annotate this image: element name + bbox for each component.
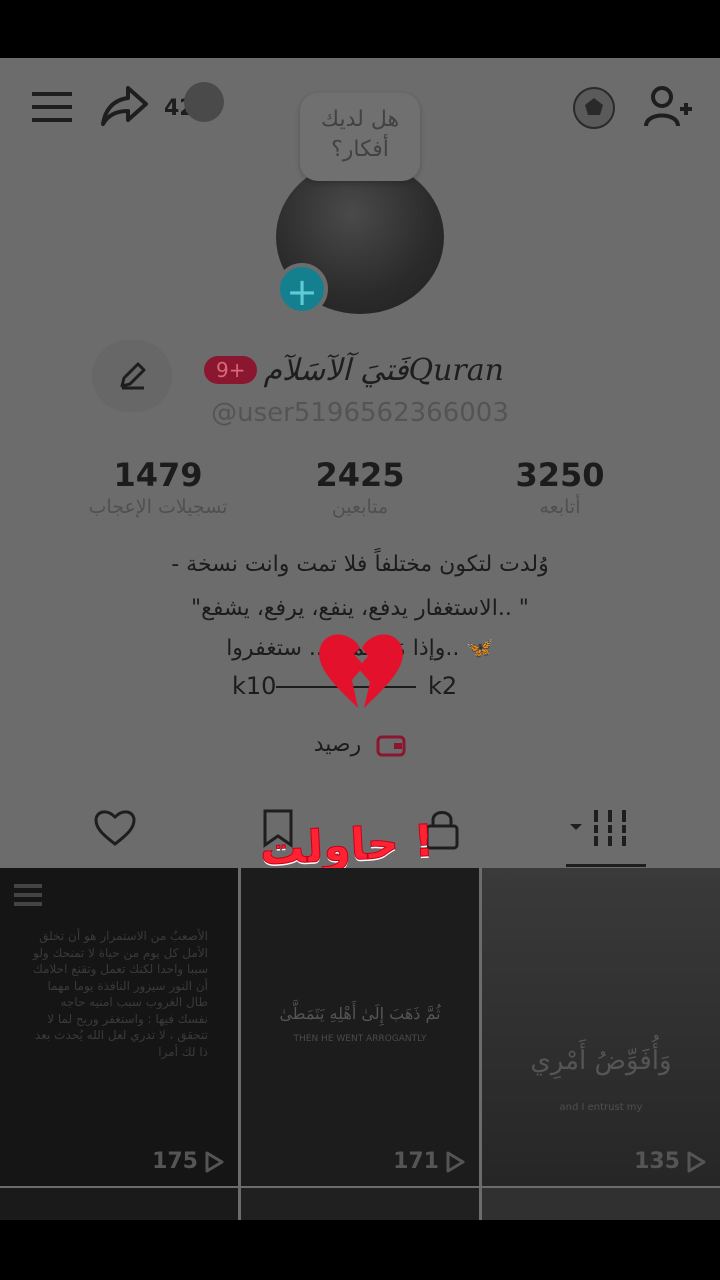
- verified-badge[interactable]: 9+: [204, 356, 258, 384]
- share-icon[interactable]: [100, 84, 148, 128]
- broken-heart-icon: [314, 628, 406, 712]
- stat-followers-value: 2425: [315, 456, 405, 494]
- stat-following[interactable]: 3250 أتابعه: [490, 456, 630, 518]
- tab-indicator: [566, 864, 646, 867]
- stat-followers-label: متابعين: [331, 496, 389, 518]
- edit-icon: [118, 362, 146, 390]
- bio-line-1: - وُلدت لتكون مختلفاً فلا تمت وانت نسخة: [171, 552, 549, 577]
- status-bar: [0, 0, 720, 58]
- stat-following-label: أتابعه: [539, 496, 581, 518]
- view-count: 175: [152, 1149, 224, 1174]
- story-avatar[interactable]: [184, 82, 224, 122]
- video-caption: وَأُفَوِّضُ أَمْرِي: [530, 1046, 672, 1076]
- play-icon: [686, 1151, 706, 1173]
- display-name: فَتيَ آلآسَلآمQuran: [263, 352, 504, 388]
- video-thumbnail[interactable]: الأصعبُ من الاستمرار هو أن تخلق الأمل كل…: [0, 868, 238, 1186]
- tab-liked[interactable]: [94, 808, 136, 846]
- video-thumbnail[interactable]: ثُمَّ ذَهَبَ إِلَىٰ أَهْلِهِ يَتَمَطَّىٰ…: [241, 868, 479, 1186]
- football-icon[interactable]: [572, 86, 616, 130]
- view-count-value: 175: [152, 1149, 198, 1174]
- list-icon: [14, 884, 42, 906]
- view-count-value: 135: [634, 1149, 680, 1174]
- play-icon: [204, 1151, 224, 1173]
- add-story-button[interactable]: +: [276, 263, 328, 315]
- video-grid: الأصعبُ من الاستمرار هو أن تخلق الأمل كل…: [0, 868, 720, 1220]
- menu-icon[interactable]: [32, 90, 72, 124]
- view-count-value: 171: [393, 1149, 439, 1174]
- video-thumbnail[interactable]: وَأُفَوِّضُ أَمْرِي and I entrust my 135: [482, 868, 720, 1186]
- bio-line-2: "الاستغفار يدفع، ينفع، يرفع، يشفع.. ": [191, 596, 529, 621]
- video-thumbnail[interactable]: [241, 1188, 479, 1220]
- video-caption: الأصعبُ من الاستمرار هو أن تخلق الأمل كل…: [32, 929, 208, 1059]
- wallet-icon: [376, 733, 406, 757]
- navigation-bar: [0, 1220, 720, 1280]
- stat-likes-label: تسجيلات الإعجاب: [88, 496, 228, 518]
- profile-screen: 42 هل لديك أفكار؟ + 9+ فَتيَ آلآسَلآمQur…: [0, 58, 720, 1220]
- video-thumbnail[interactable]: [482, 1188, 720, 1220]
- overlay-caption: حاولت !: [258, 815, 436, 876]
- tab-videos[interactable]: [568, 808, 630, 848]
- username[interactable]: @user5196562366003: [0, 398, 720, 428]
- bio-tag-right: k2: [428, 672, 458, 700]
- add-friend-icon[interactable]: [644, 84, 694, 130]
- balance-row[interactable]: رصيد: [0, 732, 720, 757]
- video-caption: ثُمَّ ذَهَبَ إِلَىٰ أَهْلِهِ يَتَمَطَّىٰ: [279, 1004, 441, 1023]
- bio-tag-left: k10: [232, 672, 277, 700]
- stat-following-value: 3250: [515, 456, 605, 494]
- video-subcaption: THEN HE WENT ARROGANTLY: [293, 1034, 427, 1044]
- video-subcaption: and I entrust my: [559, 1102, 643, 1113]
- stat-followers[interactable]: 2425 متابعين: [290, 456, 430, 518]
- stat-likes-value: 1479: [113, 456, 203, 494]
- stat-likes[interactable]: 1479 تسجيلات الإعجاب: [70, 456, 246, 518]
- view-count: 135: [634, 1149, 706, 1174]
- name-row: 9+ فَتيَ آلآسَلآمQuran: [204, 350, 504, 390]
- view-count: 171: [393, 1149, 465, 1174]
- balance-label: رصيد: [313, 732, 362, 757]
- play-icon: [445, 1151, 465, 1173]
- video-thumbnail[interactable]: [0, 1188, 238, 1220]
- idea-bubble[interactable]: هل لديك أفكار؟: [300, 93, 420, 181]
